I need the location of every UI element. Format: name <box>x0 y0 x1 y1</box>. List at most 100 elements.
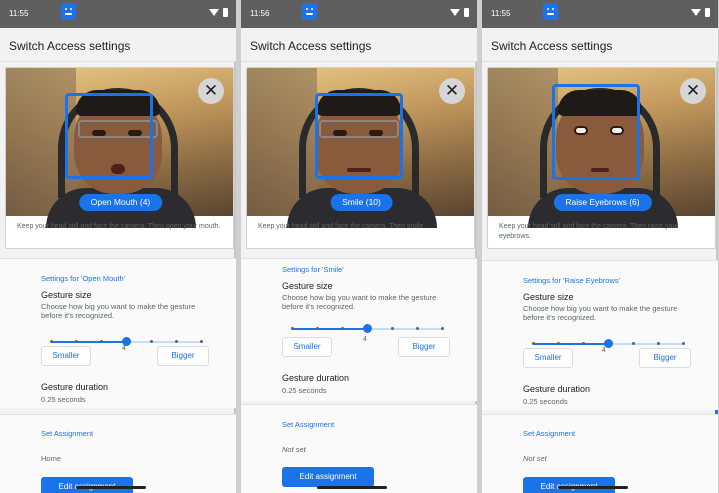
edit-assignment-button[interactable]: Edit assignment <box>282 467 374 487</box>
status-time: 11:55 <box>9 9 29 18</box>
gesture-duration-title[interactable]: Gesture duration <box>41 382 108 392</box>
app-title: Switch Access settings <box>0 28 236 62</box>
camera-preview-card: ✕ Raise Eyebrows (6) Keep your head stil… <box>487 67 716 249</box>
assignment-section: Set Assignment Not set Edit assignment <box>241 404 477 493</box>
assignment-header: Set Assignment <box>282 420 335 429</box>
phone-screen-open-mouth: 11:55 Switch Access settings ✕ Open Mout… <box>0 0 236 493</box>
gesture-size-slider[interactable] <box>291 324 444 334</box>
slider-tick <box>682 342 685 345</box>
edit-assignment-button[interactable]: Edit assignment <box>523 477 615 493</box>
battery-icon <box>464 8 469 17</box>
status-bar: 11:55 <box>482 0 718 28</box>
close-button[interactable]: ✕ <box>680 78 706 104</box>
bigger-button[interactable]: Bigger <box>157 346 209 366</box>
slider-tick <box>100 340 103 343</box>
gesture-duration-value: 0.25 seconds <box>41 395 86 404</box>
face-gesture-icon <box>302 3 317 20</box>
slider-fill <box>51 341 126 343</box>
status-time: 11:56 <box>250 9 270 18</box>
slider-tick <box>75 340 78 343</box>
gesture-duration-value: 0.25 seconds <box>282 386 327 395</box>
gesture-settings-section: Settings for 'Smile' Gesture size Choose… <box>241 258 477 401</box>
wifi-icon <box>691 9 701 16</box>
face-gesture-icon <box>543 3 558 20</box>
slider-tick <box>50 340 53 343</box>
face-gesture-icon <box>61 3 76 20</box>
gesture-size-title: Gesture size <box>523 292 574 302</box>
close-button[interactable]: ✕ <box>198 78 224 104</box>
gesture-chip: Raise Eyebrows (6) <box>553 194 652 211</box>
gesture-size-title: Gesture size <box>282 281 333 291</box>
settings-header: Settings for 'Raise Eyebrows' <box>523 276 621 285</box>
gesture-size-value: 4 <box>363 336 367 343</box>
slider-tick <box>557 342 560 345</box>
smaller-button[interactable]: Smaller <box>41 346 91 366</box>
wifi-icon <box>209 9 219 16</box>
slider-tick <box>175 340 178 343</box>
assignment-value: Home <box>41 454 62 463</box>
smaller-button[interactable]: Smaller <box>523 348 573 368</box>
face-gesture-icon-mouth <box>65 13 72 15</box>
face-detection-box <box>552 84 640 180</box>
bigger-button[interactable]: Bigger <box>398 337 450 357</box>
wifi-icon <box>450 9 460 16</box>
battery-icon <box>223 8 228 17</box>
battery-icon <box>705 8 710 17</box>
gesture-settings-section: Settings for 'Raise Eyebrows' Gesture si… <box>482 260 718 410</box>
assignment-section: Set Assignment Home Edit assignment <box>0 414 236 493</box>
smaller-button[interactable]: Smaller <box>282 337 332 357</box>
slider-tick <box>416 327 419 330</box>
camera-feed: ✕ Smile (10) <box>247 68 474 228</box>
gesture-nav-handle[interactable] <box>558 486 628 489</box>
slider-tick <box>582 342 585 345</box>
gesture-size-title: Gesture size <box>41 290 92 300</box>
edit-assignment-button[interactable]: Edit assignment <box>41 477 133 493</box>
assignment-header: Set Assignment <box>41 429 94 438</box>
gesture-duration-title[interactable]: Gesture duration <box>282 373 349 383</box>
assignment-value: Not set <box>523 454 547 463</box>
gesture-nav-handle[interactable] <box>76 486 146 489</box>
gesture-chip: Open Mouth (4) <box>78 194 163 211</box>
bigger-button[interactable]: Bigger <box>639 348 691 368</box>
assignment-header: Set Assignment <box>523 429 576 438</box>
slider-fill <box>533 343 608 345</box>
slider-tick <box>341 327 344 330</box>
app-title: Switch Access settings <box>482 28 718 62</box>
slider-tick <box>441 327 444 330</box>
slider-tick <box>291 327 294 330</box>
gesture-size-value: 4 <box>122 345 126 352</box>
camera-preview-card: ✕ Smile (10) Keep your head still and fa… <box>246 67 475 249</box>
gesture-size-description: Choose how big you want to make the gest… <box>523 304 678 322</box>
camera-preview-card: ✕ Open Mouth (4) Keep your head still an… <box>5 67 234 249</box>
instruction-text: Keep your head still and face the camera… <box>258 223 426 230</box>
slider-fill <box>292 328 367 330</box>
instruction-text: Keep your head still and face the camera… <box>17 223 221 230</box>
gesture-size-description: Choose how big you want to make the gest… <box>41 302 196 320</box>
app-title: Switch Access settings <box>241 28 477 62</box>
status-time: 11:55 <box>491 9 511 18</box>
instruction-text: Keep your head still and face the camera… <box>499 223 679 240</box>
slider-tick <box>200 340 203 343</box>
gesture-nav-handle[interactable] <box>317 486 387 489</box>
gesture-duration-title[interactable]: Gesture duration <box>523 384 590 394</box>
slider-tick <box>657 342 660 345</box>
gesture-chip: Smile (10) <box>330 194 393 211</box>
status-bar: 11:56 <box>241 0 477 28</box>
phone-screen-smile: 11:56 Switch Access settings ✕ Smile (10… <box>241 0 477 493</box>
slider-tick <box>316 327 319 330</box>
camera-feed: ✕ Open Mouth (4) <box>6 68 233 228</box>
slider-tick <box>532 342 535 345</box>
gesture-size-value: 4 <box>602 347 606 354</box>
gesture-size-description: Choose how big you want to make the gest… <box>282 293 437 311</box>
settings-header: Settings for 'Open Mouth' <box>41 274 126 283</box>
gesture-settings-section: Settings for 'Open Mouth' Gesture size C… <box>0 258 236 408</box>
status-bar: 11:55 <box>0 0 236 28</box>
slider-tick <box>632 342 635 345</box>
camera-feed: ✕ Raise Eyebrows (6) <box>488 68 715 228</box>
close-button[interactable]: ✕ <box>439 78 465 104</box>
slider-thumb[interactable] <box>363 324 372 333</box>
settings-header: Settings for 'Smile' <box>282 265 344 274</box>
slider-tick <box>391 327 394 330</box>
gesture-duration-value: 0.25 seconds <box>523 397 568 406</box>
phone-screen-raise-eyebrows: 11:55 Switch Access settings ✕ Raise Eye… <box>482 0 718 493</box>
